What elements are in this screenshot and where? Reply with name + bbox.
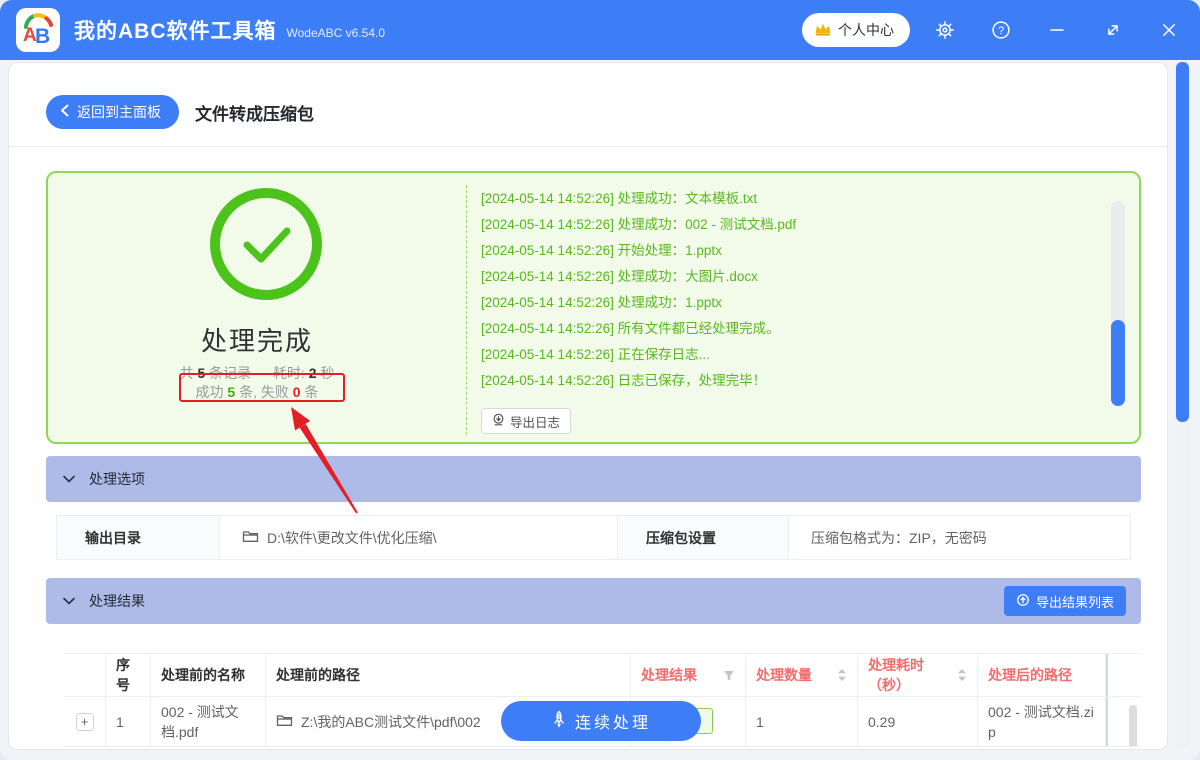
upload-cloud-icon <box>1016 593 1030 610</box>
crown-icon <box>814 21 832 40</box>
log-line: [2024-05-14 14:52:26] 正在保存日志... <box>481 347 710 362</box>
success-count: 5 <box>227 384 236 400</box>
chevron-down-icon <box>63 475 75 483</box>
log-line: [2024-05-14 14:52:26] 处理成功：1.pptx <box>481 295 722 310</box>
log-line: [2024-05-14 14:52:26] 处理成功：文本模板.txt <box>481 191 758 206</box>
export-result-list-button[interactable]: 导出结果列表 <box>1003 586 1126 616</box>
header-divider <box>9 146 1167 147</box>
titlebar-actions: 个人中心 ? <box>802 0 1190 60</box>
page-header: 返回到主面板 文件转成压缩包 <box>46 90 314 134</box>
row-index: 1 <box>106 697 151 747</box>
section-header-results[interactable]: 处理结果 导出结果列表 <box>46 578 1141 624</box>
page-scrollbar[interactable] <box>1176 62 1189 750</box>
result-summary-panel: 处理完成 共 5 条记录 耗时: 2 秒 成功 5 条, 失败 0 条 [202… <box>46 171 1141 444</box>
svg-text:B: B <box>35 25 50 48</box>
user-center-label: 个人中心 <box>838 22 894 38</box>
user-center-button[interactable]: 个人中心 <box>802 13 910 47</box>
export-log-label: 导出日志 <box>510 415 561 430</box>
help-icon[interactable]: ? <box>980 10 1022 50</box>
app-title: 我的ABC软件工具箱 <box>74 20 277 43</box>
log-line: [2024-05-14 14:52:26] 处理成功：大图片.docx <box>481 269 758 284</box>
row-output-name: 002 - 测试文档.zip <box>978 697 1106 747</box>
section-header-options[interactable]: 处理选项 <box>46 456 1141 502</box>
archive-settings-label: 压缩包设置 <box>618 516 789 559</box>
output-dir-value: D:\软件\更改文件\优化压缩\ <box>220 516 618 559</box>
app-logo-icon: A B <box>16 8 60 52</box>
col-header-count[interactable]: 处理数量 <box>746 654 858 697</box>
chevron-down-icon <box>63 597 75 605</box>
col-header-index: 序号 <box>106 654 151 697</box>
col-header-path: 处理前的路径 <box>266 654 631 697</box>
back-to-dashboard-button[interactable]: 返回到主面板 <box>46 95 179 129</box>
minimize-icon[interactable] <box>1036 10 1078 50</box>
folder-icon <box>242 529 259 546</box>
sort-icon[interactable] <box>837 668 847 682</box>
col-header-seconds[interactable]: 处理耗时（秒） <box>858 654 978 697</box>
rocket-icon <box>551 710 567 733</box>
continue-processing-button[interactable]: 连续处理 <box>501 701 701 741</box>
row-source-name: 002 - 测试文档.pdf <box>151 697 266 747</box>
svg-text:?: ? <box>998 25 1004 37</box>
log-line: [2024-05-14 14:52:26] 处理成功：002 - 测试文档.pd… <box>481 217 797 232</box>
maximize-icon[interactable] <box>1092 10 1134 50</box>
result-status-block: 处理完成 共 5 条记录 耗时: 2 秒 成功 5 条, 失败 0 条 <box>48 173 466 442</box>
log-line: [2024-05-14 14:52:26] 开始处理：1.pptx <box>481 243 722 258</box>
table-scroll-gutter <box>1106 654 1141 697</box>
app-window: A B 我的ABC软件工具箱 WodeABC v6.54.0 个人中心 ? 返回… <box>0 0 1200 760</box>
sort-icon[interactable] <box>957 668 967 682</box>
back-button-label: 返回到主面板 <box>77 104 161 120</box>
col-header-output-path: 处理后的路径 <box>978 654 1106 697</box>
total-count: 5 <box>197 365 206 381</box>
log-scrollbar-thumb[interactable] <box>1111 320 1125 406</box>
log-line: [2024-05-14 14:52:26] 所有文件都已经处理完成。 <box>481 321 780 336</box>
continue-processing-label: 连续处理 <box>574 715 651 732</box>
log-line: [2024-05-14 14:52:26] 日志已保存，处理完毕！ <box>481 373 767 388</box>
filter-icon[interactable] <box>723 670 735 681</box>
options-table: 输出目录 D:\软件\更改文件\优化压缩\ 压缩包设置 压缩包格式为：ZIP，无… <box>56 515 1131 560</box>
log-scrollbar[interactable] <box>1111 201 1125 406</box>
chevron-left-icon <box>60 104 69 120</box>
col-header-result[interactable]: 处理结果 <box>631 654 746 697</box>
page-title: 文件转成压缩包 <box>195 104 314 124</box>
results-table-header: 序号 处理前的名称 处理前的路径 处理结果 处理数量 处理耗时（秒） 处理后的路… <box>64 653 1141 697</box>
export-result-list-label: 导出结果列表 <box>1035 594 1114 610</box>
table-scrollbar-thumb[interactable] <box>1129 705 1137 746</box>
page-scrollbar-thumb[interactable] <box>1176 62 1189 422</box>
title-bar: A B 我的ABC软件工具箱 WodeABC v6.54.0 个人中心 ? <box>0 0 1200 60</box>
row-expand-button[interactable]: + <box>75 712 94 731</box>
download-icon <box>492 413 505 429</box>
export-log-button[interactable]: 导出日志 <box>481 408 572 434</box>
success-fail-summary: 成功 5 条, 失败 0 条 <box>195 384 319 400</box>
expand-cell: + <box>64 697 106 747</box>
results-section-title: 处理结果 <box>89 593 145 609</box>
fail-count: 0 <box>292 384 301 400</box>
process-log-list: [2024-05-14 14:52:26] 处理成功：文本模板.txt [202… <box>481 186 1041 434</box>
row-count: 1 <box>746 697 858 747</box>
expand-column-header <box>64 654 106 697</box>
folder-icon <box>276 713 293 730</box>
output-dir-label: 输出目录 <box>57 516 220 559</box>
main-content-card: 返回到主面板 文件转成压缩包 处理完成 共 5 条记录 耗时: 2 秒 成功 5… <box>8 62 1168 750</box>
archive-settings-value: 压缩包格式为：ZIP，无密码 <box>811 529 987 546</box>
success-check-icon <box>209 187 323 306</box>
elapsed-seconds: 2 <box>308 365 317 381</box>
panel-divider <box>466 185 467 435</box>
app-version: WodeABC v6.54.0 <box>286 26 386 40</box>
status-title: 处理完成 <box>200 326 313 356</box>
close-icon[interactable] <box>1148 10 1190 50</box>
col-header-name: 处理前的名称 <box>151 654 266 697</box>
table-scroll-gutter <box>1106 697 1141 747</box>
record-stats: 共 5 条记录 耗时: 2 秒 <box>179 365 335 381</box>
settings-gear-icon[interactable] <box>924 10 966 50</box>
options-section-title: 处理选项 <box>89 471 145 487</box>
row-seconds: 0.29 <box>858 697 978 747</box>
